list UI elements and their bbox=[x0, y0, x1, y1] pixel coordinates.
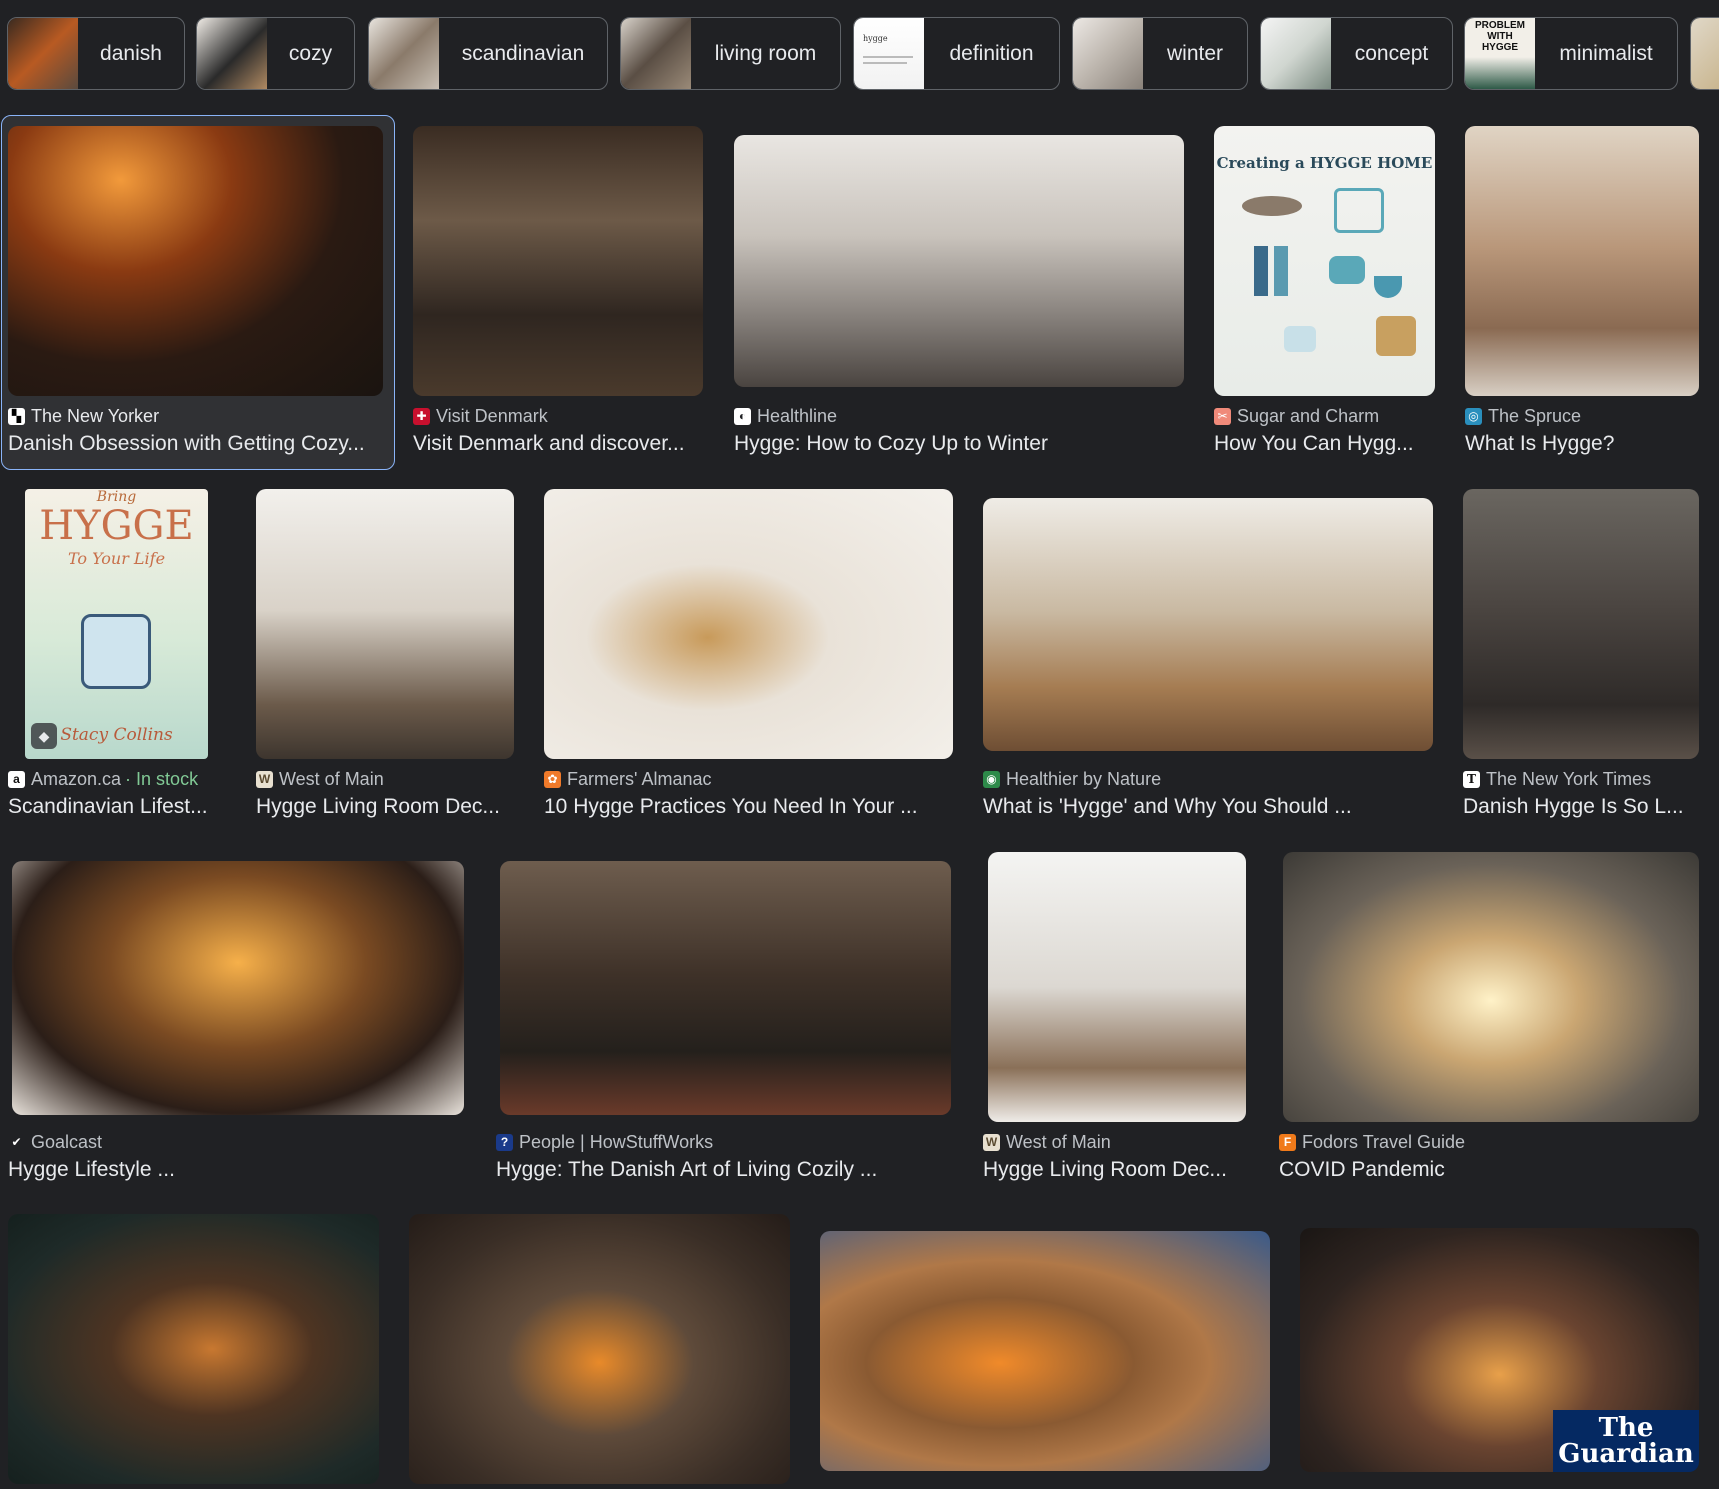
result-source[interactable]: ✔ Goalcast bbox=[8, 1131, 464, 1153]
result-image[interactable] bbox=[256, 489, 514, 759]
visit-denmark-icon: ✚ bbox=[413, 407, 430, 425]
chip-minimalist[interactable]: PROBLEM WITH HYGGE minimalist bbox=[1464, 17, 1678, 90]
result-title[interactable]: What Is Hygge? bbox=[1465, 432, 1699, 460]
chip-cozy[interactable]: cozy bbox=[196, 17, 355, 90]
result-title[interactable]: 10 Hygge Practices You Need In Your ... bbox=[544, 795, 953, 823]
healthier-nature-icon: ◉ bbox=[983, 770, 1000, 788]
result-source[interactable]: F Fodors Travel Guide bbox=[1279, 1131, 1699, 1153]
chip-winter[interactable]: winter bbox=[1072, 17, 1248, 90]
chip-label: living room bbox=[714, 41, 817, 65]
result-title[interactable]: Hygge Living Room Dec... bbox=[256, 795, 514, 823]
result-image[interactable]: Creating a HYGGE HOME bbox=[1214, 126, 1435, 396]
result-title[interactable]: COVID Pandemic bbox=[1279, 1158, 1699, 1186]
result-image[interactable] bbox=[8, 126, 383, 396]
result-source[interactable]: ✿ Farmers' Almanac bbox=[544, 768, 953, 790]
chip-thumbnail bbox=[1073, 18, 1143, 89]
result-title[interactable]: Visit Denmark and discover... bbox=[413, 432, 703, 460]
result-title[interactable]: Hygge: The Danish Art of Living Cozily .… bbox=[496, 1158, 951, 1186]
stock-status: · In stock bbox=[125, 768, 199, 789]
result-image[interactable] bbox=[820, 1231, 1270, 1471]
result-source[interactable]: ✂ Sugar and Charm bbox=[1214, 405, 1435, 427]
chip-thumb-text: hygge bbox=[863, 34, 888, 43]
result-title[interactable]: Hygge Lifestyle ... bbox=[8, 1158, 464, 1186]
chip-living-room[interactable]: living room bbox=[620, 17, 841, 90]
chip-thumbnail: hygge bbox=[854, 18, 924, 89]
sugar-charm-icon: ✂ bbox=[1214, 407, 1231, 425]
chip-label: winter bbox=[1166, 41, 1224, 65]
chip-thumbnail bbox=[1691, 18, 1719, 89]
result-image[interactable] bbox=[8, 1214, 379, 1484]
result-image[interactable] bbox=[988, 852, 1246, 1122]
result-title[interactable]: What is 'Hygge' and Why You Should ... bbox=[983, 795, 1433, 823]
chip-label: concept bbox=[1354, 41, 1429, 65]
farmers-almanac-icon: ✿ bbox=[544, 770, 561, 788]
amazon-icon: a bbox=[8, 770, 25, 788]
new-yorker-icon: ▚ bbox=[8, 407, 25, 425]
book-title: HYGGE bbox=[39, 503, 194, 549]
poster-title: Creating a HYGGE HOME bbox=[1216, 154, 1433, 172]
related-searches-bar: danish cozy scandinavian living room hyg… bbox=[0, 0, 1719, 110]
result-source[interactable]: a Amazon.ca · In stock bbox=[8, 768, 223, 790]
result-image[interactable] bbox=[409, 1214, 790, 1484]
chip-label: scandinavian bbox=[461, 41, 585, 65]
result-source[interactable]: ◎ The Spruce bbox=[1465, 405, 1699, 427]
result-title[interactable]: Hygge Living Room Dec... bbox=[983, 1158, 1246, 1186]
result-source[interactable]: W West of Main bbox=[256, 768, 514, 790]
healthline-icon: ◐ bbox=[734, 407, 751, 425]
result-title[interactable]: How You Can Hygg... bbox=[1214, 432, 1435, 460]
west-of-main-icon: W bbox=[983, 1133, 1000, 1151]
spruce-icon: ◎ bbox=[1465, 407, 1482, 425]
result-title[interactable]: Scandinavian Lifest... bbox=[8, 795, 213, 823]
chip-thumbnail bbox=[621, 18, 691, 89]
book-subtitle: To Your Life bbox=[67, 549, 166, 568]
result-source[interactable]: ◐ Healthline bbox=[734, 405, 1184, 427]
chip-thumbnail bbox=[1261, 18, 1331, 89]
result-title[interactable]: Hygge: How to Cozy Up to Winter bbox=[734, 432, 1184, 460]
chip-definition[interactable]: hygge definition bbox=[853, 17, 1060, 90]
fodors-icon: F bbox=[1279, 1133, 1296, 1151]
result-image[interactable] bbox=[544, 489, 953, 759]
result-source[interactable]: W West of Main bbox=[983, 1131, 1246, 1153]
chip-concept[interactable]: concept bbox=[1260, 17, 1453, 90]
result-source[interactable]: T The New York Times bbox=[1463, 768, 1699, 790]
result-image[interactable] bbox=[413, 126, 703, 396]
chip-danish[interactable]: danish bbox=[7, 17, 185, 90]
guardian-logo: The Guardian bbox=[1553, 1410, 1699, 1472]
result-title[interactable]: Danish Hygge Is So L... bbox=[1463, 795, 1699, 823]
chip-thumb-text: PROBLEM WITH HYGGE bbox=[1475, 20, 1525, 53]
goalcast-icon: ✔ bbox=[8, 1133, 25, 1151]
result-image[interactable] bbox=[1283, 852, 1699, 1122]
result-image[interactable] bbox=[983, 498, 1433, 751]
result-image[interactable]: Bring HYGGE To Your Life Stacy Collins ◆ bbox=[25, 489, 208, 759]
result-source[interactable]: ◉ Healthier by Nature bbox=[983, 768, 1433, 790]
result-image[interactable] bbox=[12, 861, 464, 1115]
result-source[interactable]: ✚ Visit Denmark bbox=[413, 405, 703, 427]
west-of-main-icon: W bbox=[256, 770, 273, 788]
chip-label: cozy bbox=[288, 41, 333, 65]
result-source[interactable]: ▚ The New Yorker bbox=[8, 405, 388, 427]
chip-label: danish bbox=[100, 41, 162, 65]
chip-thumbnail: PROBLEM WITH HYGGE bbox=[1465, 18, 1535, 89]
tag-icon[interactable]: ◆ bbox=[31, 723, 57, 749]
chip-scandinavian[interactable]: scandinavian bbox=[368, 17, 608, 90]
result-source[interactable]: ? People | HowStuffWorks bbox=[496, 1131, 951, 1153]
howstuffworks-icon: ? bbox=[496, 1133, 513, 1151]
chip-thumbnail bbox=[197, 18, 267, 89]
result-image[interactable] bbox=[1463, 489, 1699, 759]
chip-more[interactable] bbox=[1690, 17, 1719, 90]
result-image[interactable]: The Guardian bbox=[1300, 1228, 1699, 1472]
result-image[interactable] bbox=[500, 861, 951, 1115]
chip-label: definition bbox=[949, 41, 1034, 65]
result-image[interactable] bbox=[1465, 126, 1699, 396]
chip-label: minimalist bbox=[1559, 41, 1653, 65]
result-image[interactable] bbox=[734, 135, 1184, 387]
chip-thumbnail bbox=[8, 18, 78, 89]
result-title[interactable]: Danish Obsession with Getting Cozy... bbox=[8, 432, 388, 460]
chip-thumbnail bbox=[369, 18, 439, 89]
nyt-icon: T bbox=[1463, 770, 1480, 788]
